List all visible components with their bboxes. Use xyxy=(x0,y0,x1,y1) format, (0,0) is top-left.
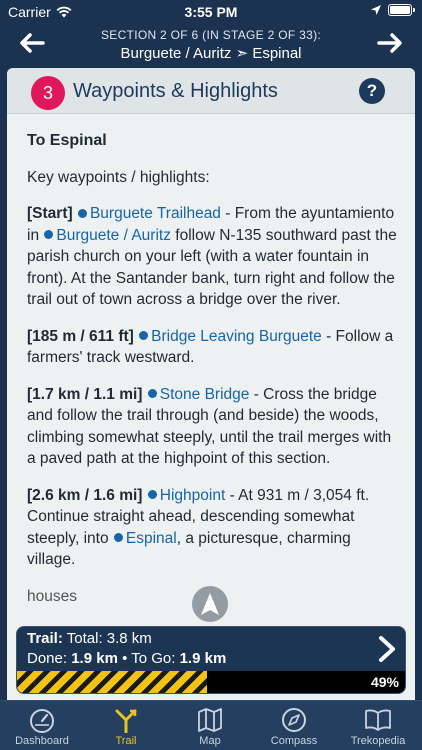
waypoint-marker: [185 m / 611 ft] xyxy=(27,327,134,345)
panel-header: 3 Waypoints & Highlights ? xyxy=(7,68,415,114)
waypoint-entry: [1.7 km / 1.1 mi] Stone Bridge - Cross t… xyxy=(27,384,397,470)
route-from: Burguete / Auritz xyxy=(120,45,232,62)
trail-done-togo: Done: 1.9 km • To Go: 1.9 km xyxy=(27,650,226,667)
waypoint-marker: [Start] xyxy=(27,205,73,222)
map-icon xyxy=(198,708,222,732)
waypoint-link[interactable]: Burguete Trailhead xyxy=(90,205,221,222)
clock: 3:55 PM xyxy=(184,4,238,20)
waypoints-content[interactable]: To Espinal Key waypoints / highlights: [… xyxy=(27,130,397,622)
compass-icon xyxy=(282,708,306,732)
tab-bar: Dashboard Trail Map Compass Trekopedia xyxy=(0,700,422,750)
togo-label: To Go: xyxy=(131,650,176,667)
content-heading: To Espinal xyxy=(27,132,107,149)
previous-section-button[interactable] xyxy=(16,28,48,58)
togo-value: 1.9 km xyxy=(179,650,227,667)
waypoint-entry: [Start] Burguete Trailhead - From the ay… xyxy=(27,203,397,311)
section-number-badge: 3 xyxy=(31,76,65,110)
tab-dashboard[interactable]: Dashboard xyxy=(0,701,84,750)
arrow-left-icon xyxy=(20,33,45,53)
tab-trail[interactable]: Trail xyxy=(84,701,168,750)
waypoint-link[interactable]: Highpoint xyxy=(160,487,226,504)
done-label: Done: xyxy=(27,650,68,667)
waypoint-dot-icon xyxy=(147,490,157,500)
book-icon xyxy=(365,709,391,731)
waypoint-dot-icon xyxy=(77,208,87,218)
battery-icon xyxy=(388,4,415,16)
content-intro: Key waypoints / highlights: xyxy=(27,168,210,186)
tab-trekopedia[interactable]: Trekopedia xyxy=(336,701,420,750)
tab-label: Map xyxy=(199,735,221,747)
waypoint-link[interactable]: Stone Bridge xyxy=(160,386,250,403)
trail-icon xyxy=(115,709,137,733)
waypoint-entry: [185 m / 611 ft] Bridge Leaving Burguete… xyxy=(27,326,397,369)
progress-bar: 49% xyxy=(17,671,405,693)
status-right xyxy=(370,4,415,16)
next-section-button[interactable] xyxy=(374,28,406,58)
tab-label: Trekopedia xyxy=(350,735,406,747)
section-nav: SECTION 2 OF 6 (IN STAGE 2 OF 33): Burgu… xyxy=(0,22,422,66)
location-arrow-icon xyxy=(371,5,381,15)
section-route: Burguete / Auritz ➣ Espinal xyxy=(60,44,362,62)
section-subtitle: SECTION 2 OF 6 (IN STAGE 2 OF 33): xyxy=(100,28,322,42)
route-separator-icon: ➣ xyxy=(235,45,249,62)
trail-total: Trail: Total: 3.8 km xyxy=(27,630,152,647)
panel-title: Waypoints & Highlights xyxy=(73,80,278,102)
waypoint-dot-icon xyxy=(44,230,54,240)
tab-compass[interactable]: Compass xyxy=(252,701,336,750)
waypoint-link[interactable]: Espinal xyxy=(126,530,177,547)
waypoint-link[interactable]: Bridge Leaving Burguete xyxy=(151,328,322,345)
progress-bar-fill xyxy=(17,671,208,693)
trail-label: Trail: xyxy=(27,630,63,647)
chevron-right-icon[interactable] xyxy=(377,635,397,663)
waypoint-entry: [2.6 km / 1.6 mi] Highpoint - At 931 m /… xyxy=(27,485,397,571)
tab-label: Compass xyxy=(270,735,318,747)
waypoint-dot-icon xyxy=(139,331,149,341)
tab-map[interactable]: Map xyxy=(168,701,252,750)
waypoint-marker: [2.6 km / 1.6 mi] xyxy=(27,486,143,504)
waypoint-dot-icon xyxy=(147,389,157,399)
route-to: Espinal xyxy=(252,45,302,62)
tab-label: Trail xyxy=(115,735,137,747)
navigation-arrow-icon xyxy=(201,593,219,615)
waypoint-link[interactable]: Burguete / Auritz xyxy=(56,227,171,244)
location-toggle-button[interactable] xyxy=(192,586,228,622)
progress-separator: • xyxy=(117,650,132,667)
arrow-right-icon xyxy=(377,33,402,53)
tab-label: Dashboard xyxy=(15,735,69,747)
dashboard-icon xyxy=(30,709,54,733)
progress-percent: 49% xyxy=(370,674,399,690)
trail-total-value: Total: 3.8 km xyxy=(66,630,152,647)
status-bar: Carrier 3:55 PM xyxy=(0,0,422,22)
trail-progress-card[interactable]: Trail: Total: 3.8 km Done: 1.9 km • To G… xyxy=(16,626,406,694)
waypoint-marker: [1.7 km / 1.1 mi] xyxy=(27,385,143,403)
waypoint-dot-icon xyxy=(113,533,123,543)
done-value: 1.9 km xyxy=(71,650,118,667)
help-button[interactable]: ? xyxy=(359,78,385,104)
